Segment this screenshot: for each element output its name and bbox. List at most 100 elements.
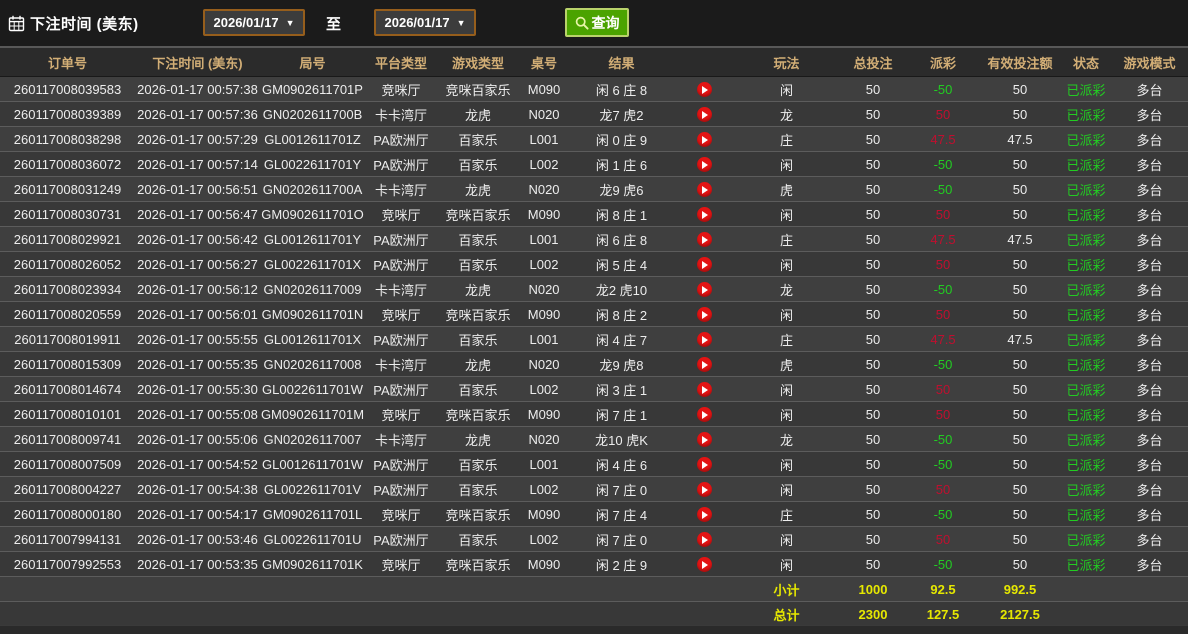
time-cell: 2026-01-17 00:56:47 <box>135 207 260 222</box>
total-row-bet: 2300 <box>839 607 907 622</box>
col-header-platform: 平台类型 <box>365 53 437 72</box>
platform-cell: PA欧洲厅 <box>365 380 437 399</box>
mode-cell: 多台 <box>1111 380 1188 399</box>
status-cell: 已派彩 <box>1061 455 1111 474</box>
play-replay-icon[interactable] <box>697 107 712 122</box>
play-icon-cell[interactable] <box>674 231 734 247</box>
valid-bet-cell: 50 <box>979 482 1061 497</box>
result-cell: 闲 4 庄 6 <box>569 455 674 474</box>
table-no-cell: L001 <box>519 132 569 147</box>
play-replay-icon[interactable] <box>697 257 712 272</box>
round-cell: GM0902611701N <box>260 307 365 322</box>
play-replay-icon[interactable] <box>697 207 712 222</box>
order-cell: 260117008015309 <box>0 357 135 372</box>
col-header-time: 下注时间 (美东) <box>135 53 260 72</box>
play-icon-cell[interactable] <box>674 131 734 147</box>
total-bet-cell: 50 <box>839 457 907 472</box>
play-replay-icon[interactable] <box>697 382 712 397</box>
result-cell: 龙2 虎10 <box>569 280 674 299</box>
play-icon-cell[interactable] <box>674 281 734 297</box>
col-header-game-mode: 游戏模式 <box>1111 53 1188 72</box>
mode-cell: 多台 <box>1111 255 1188 274</box>
payout-cell: 47.5 <box>907 332 979 347</box>
play-icon-cell[interactable] <box>674 456 734 472</box>
play-icon-cell[interactable] <box>674 406 734 422</box>
order-cell: 260117008038298 <box>0 132 135 147</box>
time-cell: 2026-01-17 00:56:12 <box>135 282 260 297</box>
status-cell: 已派彩 <box>1061 480 1111 499</box>
result-cell: 闲 1 庄 6 <box>569 155 674 174</box>
play-icon-cell[interactable] <box>674 506 734 522</box>
table-no-cell: N020 <box>519 357 569 372</box>
play-replay-icon[interactable] <box>697 332 712 347</box>
play-replay-icon[interactable] <box>697 482 712 497</box>
total-bet-cell: 50 <box>839 232 907 247</box>
game-type-cell: 竞咪百家乐 <box>437 505 519 524</box>
play-replay-icon[interactable] <box>697 307 712 322</box>
result-cell: 闲 7 庄 4 <box>569 505 674 524</box>
play-icon-cell[interactable] <box>674 356 734 372</box>
play-icon-cell[interactable] <box>674 306 734 322</box>
valid-bet-cell: 50 <box>979 157 1061 172</box>
time-cell: 2026-01-17 00:53:46 <box>135 532 260 547</box>
play-replay-icon[interactable] <box>697 457 712 472</box>
date-from-select[interactable]: 2026/01/17 ▼ <box>203 9 305 36</box>
play-replay-icon[interactable] <box>697 507 712 522</box>
game-type-cell: 龙虎 <box>437 355 519 374</box>
play-icon-cell[interactable] <box>674 181 734 197</box>
play-replay-icon[interactable] <box>697 157 712 172</box>
play-replay-icon[interactable] <box>697 407 712 422</box>
result-cell: 闲 8 庄 1 <box>569 205 674 224</box>
play-icon-cell[interactable] <box>674 106 734 122</box>
play-icon-cell[interactable] <box>674 431 734 447</box>
play-replay-icon[interactable] <box>697 357 712 372</box>
subtotal-row: 小计100092.5992.5 <box>0 577 1188 602</box>
play-replay-icon[interactable] <box>697 432 712 447</box>
play-replay-icon[interactable] <box>697 557 712 572</box>
total-bet-cell: 50 <box>839 257 907 272</box>
horizontal-scrollbar[interactable] <box>0 625 1188 634</box>
valid-bet-cell: 50 <box>979 357 1061 372</box>
valid-bet-cell: 50 <box>979 507 1061 522</box>
order-cell: 260117008014674 <box>0 382 135 397</box>
play-replay-icon[interactable] <box>697 82 712 97</box>
play-icon-cell[interactable] <box>674 156 734 172</box>
play-replay-icon[interactable] <box>697 232 712 247</box>
date-to-select[interactable]: 2026/01/17 ▼ <box>374 9 476 36</box>
play-replay-icon[interactable] <box>697 282 712 297</box>
search-button-label: 查询 <box>592 13 620 33</box>
col-header-status: 状态 <box>1061 53 1111 72</box>
play-icon-cell[interactable] <box>674 481 734 497</box>
play-type-cell: 虎 <box>734 355 839 374</box>
col-header-result: 结果 <box>569 53 674 72</box>
table-row: 2601170080097412026-01-17 00:55:06GN0202… <box>0 427 1188 452</box>
table-no-cell: M090 <box>519 507 569 522</box>
table-no-cell: L001 <box>519 232 569 247</box>
valid-bet-cell: 50 <box>979 407 1061 422</box>
play-icon-cell[interactable] <box>674 556 734 572</box>
total-bet-cell: 50 <box>839 207 907 222</box>
play-icon-cell[interactable] <box>674 331 734 347</box>
table-row: 2601170080382982026-01-17 00:57:29GL0012… <box>0 127 1188 152</box>
play-icon-cell[interactable] <box>674 381 734 397</box>
payout-cell: 50 <box>907 207 979 222</box>
round-cell: GL0012611701Z <box>260 132 365 147</box>
play-icon-cell[interactable] <box>674 81 734 97</box>
play-icon-cell[interactable] <box>674 256 734 272</box>
order-cell: 260117007992553 <box>0 557 135 572</box>
col-header-play-type: 玩法 <box>734 53 839 72</box>
status-cell: 已派彩 <box>1061 405 1111 424</box>
search-icon <box>575 16 589 30</box>
payout-cell: -50 <box>907 282 979 297</box>
search-button[interactable]: 查询 <box>565 8 629 37</box>
play-type-cell: 闲 <box>734 405 839 424</box>
play-icon-cell[interactable] <box>674 531 734 547</box>
total-bet-cell: 50 <box>839 132 907 147</box>
game-type-cell: 百家乐 <box>437 455 519 474</box>
play-icon-cell[interactable] <box>674 206 734 222</box>
platform-cell: 竞咪厅 <box>365 305 437 324</box>
table-row: 2601170080199112026-01-17 00:55:55GL0012… <box>0 327 1188 352</box>
play-replay-icon[interactable] <box>697 532 712 547</box>
play-replay-icon[interactable] <box>697 182 712 197</box>
play-replay-icon[interactable] <box>697 132 712 147</box>
